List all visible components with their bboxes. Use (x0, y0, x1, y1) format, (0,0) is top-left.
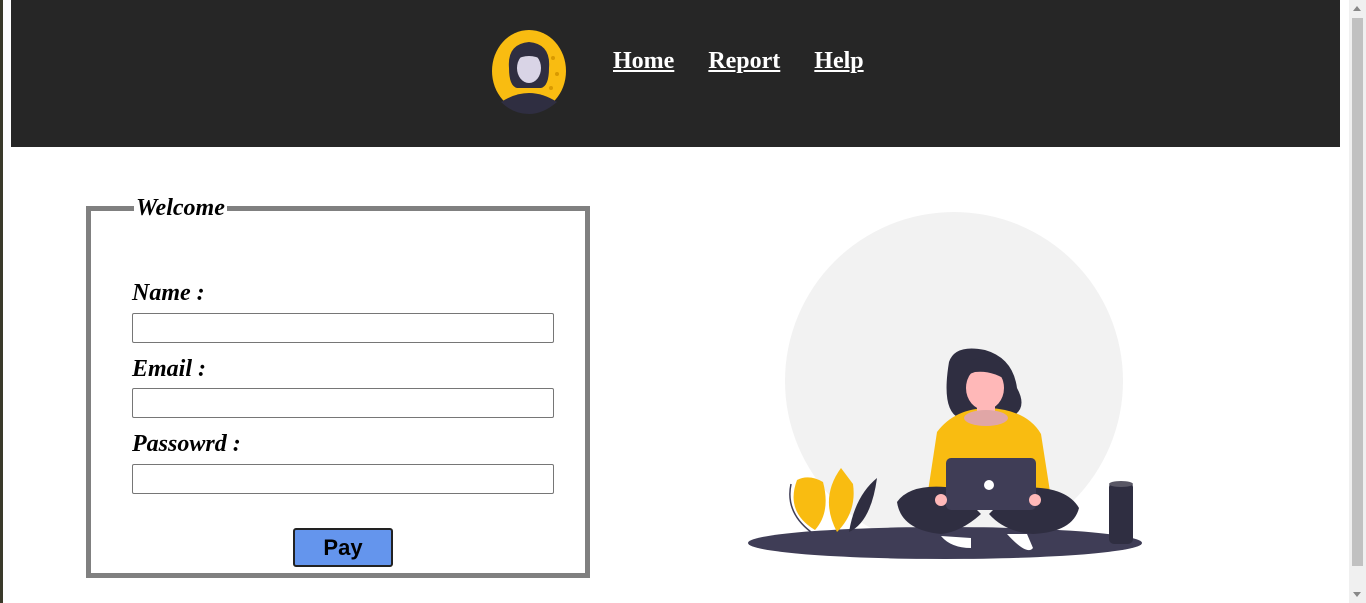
woman-with-laptop-illustration (748, 212, 1142, 559)
name-input[interactable] (132, 313, 554, 343)
site-header: Home Report Help (11, 0, 1340, 147)
nav-report-link[interactable]: Report (708, 48, 780, 75)
password-input[interactable] (132, 464, 554, 494)
scroll-thumb[interactable] (1352, 18, 1363, 566)
form-legend: Welcome (136, 195, 225, 221)
window-edge (0, 0, 3, 603)
email-input[interactable] (132, 388, 554, 418)
name-label: Name : (132, 280, 205, 306)
pay-button[interactable]: Pay (293, 528, 393, 567)
nav-home-link[interactable]: Home (613, 48, 674, 75)
scroll-up-icon[interactable] (1353, 6, 1361, 11)
scroll-down-icon[interactable] (1353, 592, 1361, 597)
vertical-scrollbar[interactable] (1349, 0, 1366, 603)
password-label: Passowrd : (132, 431, 241, 457)
main-nav: Home Report Help (613, 48, 864, 75)
email-label: Email : (132, 356, 207, 382)
welcome-form: Welcome Name : Email : Passowrd : Pay (86, 195, 590, 578)
nav-help-link[interactable]: Help (814, 48, 863, 75)
woman-avatar-icon[interactable] (491, 30, 567, 114)
